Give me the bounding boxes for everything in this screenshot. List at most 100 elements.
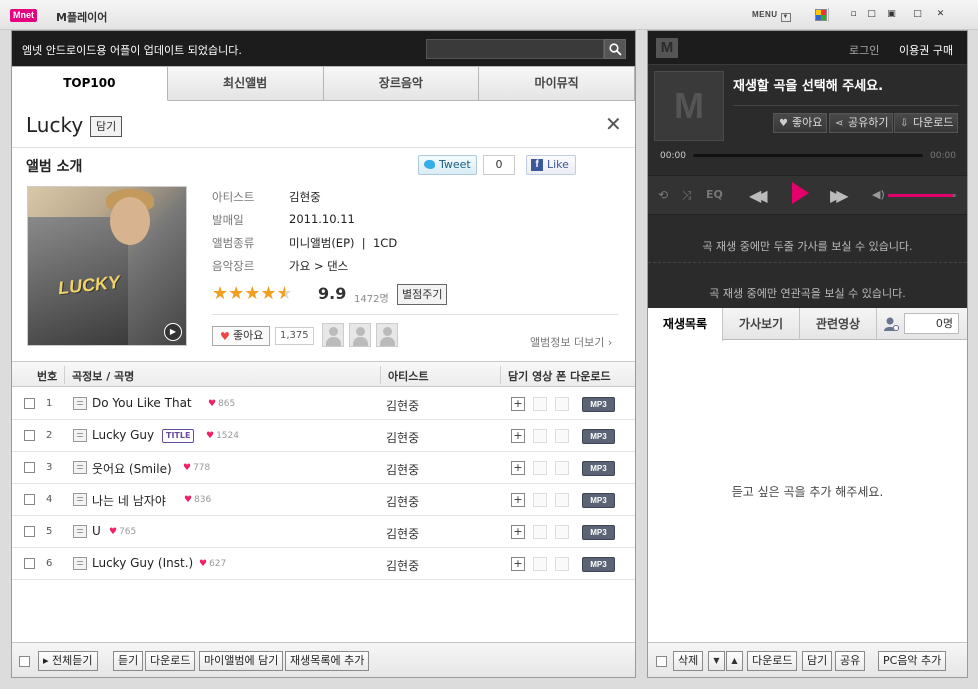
- tab-genre[interactable]: 장르음악: [323, 66, 480, 101]
- user-add-icon[interactable]: [883, 316, 899, 332]
- tab-top100[interactable]: TOP100: [12, 66, 168, 101]
- lyrics-icon[interactable]: [73, 557, 87, 570]
- track-artist[interactable]: 김현중: [386, 557, 419, 574]
- restore-button[interactable]: □: [866, 10, 877, 20]
- add-album-button[interactable]: 담기: [90, 116, 123, 137]
- track-title[interactable]: Do You Like That: [92, 396, 192, 410]
- search-input[interactable]: [426, 39, 604, 59]
- volume-icon[interactable]: ◀): [872, 188, 885, 201]
- facebook-like-button[interactable]: f Like: [526, 155, 576, 175]
- next-track-icon[interactable]: ▶▶: [830, 186, 848, 205]
- minimize-button[interactable]: ▫: [848, 10, 859, 20]
- like-button[interactable]: ♥ 좋아요: [212, 326, 271, 346]
- track-artist[interactable]: 김현중: [386, 461, 419, 478]
- track-artist[interactable]: 김현중: [386, 493, 419, 510]
- lyrics-icon[interactable]: [73, 493, 87, 506]
- add-to-playlist-button[interactable]: 재생목록에 추가: [285, 651, 370, 671]
- listen-button[interactable]: 듣기: [113, 651, 144, 671]
- playlist-download-button[interactable]: 다운로드: [747, 651, 798, 671]
- row-checkbox[interactable]: [24, 462, 35, 473]
- close-window-button[interactable]: ✕: [935, 10, 946, 20]
- track-artist[interactable]: 김현중: [386, 429, 419, 446]
- mp3-download-button[interactable]: MP3: [582, 397, 615, 412]
- menu-button[interactable]: MENU ▼: [752, 10, 791, 22]
- share-button[interactable]: ⋖ 공유하기: [829, 113, 894, 133]
- table-row[interactable]: 6 Lucky Guy (Inst.) ♥ 627 김현중 + MP3: [12, 548, 635, 580]
- mp3-download-button[interactable]: MP3: [582, 525, 615, 540]
- album-cover[interactable]: LUCKY ▶: [27, 186, 187, 346]
- tab-my-music[interactable]: 마이뮤직: [479, 66, 635, 101]
- track-artist[interactable]: 김현중: [386, 397, 419, 414]
- play-all-button[interactable]: ▸ 전체듣기: [38, 651, 98, 671]
- playlist-add-button[interactable]: 담기: [802, 651, 833, 671]
- add-track-button[interactable]: +: [511, 461, 525, 475]
- liker-avatar[interactable]: [322, 323, 344, 347]
- add-track-button[interactable]: +: [511, 429, 525, 443]
- add-pc-music-button[interactable]: PC음악 추가: [878, 651, 947, 671]
- repeat-icon[interactable]: ⟲: [658, 188, 668, 202]
- tab-lyrics[interactable]: 가사보기: [723, 308, 800, 340]
- row-checkbox[interactable]: [24, 558, 35, 569]
- add-to-my-album-button[interactable]: 마이앨범에 담기: [199, 651, 284, 671]
- volume-slider[interactable]: [888, 194, 956, 197]
- mini-mode-button[interactable]: □: [912, 10, 923, 20]
- select-all-checkbox[interactable]: [19, 656, 30, 667]
- tab-playlist[interactable]: 재생목록: [648, 308, 723, 341]
- eq-button[interactable]: EQ: [706, 188, 723, 201]
- player-download-button[interactable]: ⇩ 다운로드: [894, 113, 959, 133]
- close-album-button[interactable]: ✕: [605, 114, 622, 134]
- liker-avatar[interactable]: [349, 323, 371, 347]
- tweet-button[interactable]: Tweet: [418, 155, 477, 175]
- more-album-info-link[interactable]: 앨범정보 더보기 ›: [530, 334, 612, 350]
- row-checkbox[interactable]: [24, 494, 35, 505]
- tab-new-albums[interactable]: 최신앨범: [167, 66, 324, 101]
- mp3-download-button[interactable]: MP3: [582, 493, 615, 508]
- tab-related-videos[interactable]: 관련영상: [800, 308, 877, 340]
- mp3-download-button[interactable]: MP3: [582, 461, 615, 476]
- play-icon[interactable]: [792, 182, 809, 204]
- table-row[interactable]: 3 웃어요 (Smile) ♥ 778 김현중 + MP3: [12, 452, 635, 484]
- info-value-artist[interactable]: 김현중: [289, 189, 321, 205]
- table-row[interactable]: 5 U ♥ 765 김현중 + MP3: [12, 516, 635, 548]
- table-row[interactable]: 2 Lucky Guy TITLE ♥ 1524 김현중 + MP3: [12, 420, 635, 452]
- delete-button[interactable]: 삭제: [673, 651, 704, 671]
- table-row[interactable]: 4 나는 네 남자야 ♥ 836 김현중 + MP3: [12, 484, 635, 516]
- track-artist[interactable]: 김현중: [386, 525, 419, 542]
- maximize-button[interactable]: ▣: [886, 10, 897, 20]
- track-title[interactable]: Lucky Guy (Inst.): [92, 556, 193, 570]
- notice-text[interactable]: 엠넷 안드로이드용 어플이 업데이트 되었습니다.: [22, 42, 242, 58]
- liker-avatar[interactable]: [376, 323, 398, 347]
- row-checkbox[interactable]: [24, 430, 35, 441]
- lyrics-icon[interactable]: [73, 429, 87, 442]
- row-checkbox[interactable]: [24, 526, 35, 537]
- progress-bar[interactable]: [693, 154, 923, 157]
- add-track-button[interactable]: +: [511, 557, 525, 571]
- lyrics-icon[interactable]: [73, 461, 87, 474]
- add-track-button[interactable]: +: [511, 493, 525, 507]
- track-title[interactable]: U: [92, 524, 101, 538]
- lyrics-icon[interactable]: [73, 525, 87, 538]
- playlist-share-button[interactable]: 공유: [835, 651, 866, 671]
- buy-voucher-link[interactable]: 이용권 구매: [899, 42, 953, 58]
- row-checkbox[interactable]: [24, 398, 35, 409]
- track-title[interactable]: 나는 네 남자야: [92, 492, 166, 509]
- download-button[interactable]: 다운로드: [145, 651, 196, 671]
- add-track-button[interactable]: +: [511, 397, 525, 411]
- mp3-download-button[interactable]: MP3: [582, 557, 615, 572]
- search-button[interactable]: [604, 39, 626, 59]
- rate-button[interactable]: 별점주기: [397, 284, 448, 305]
- select-all-playlist-checkbox[interactable]: [656, 656, 667, 667]
- add-track-button[interactable]: +: [511, 525, 525, 539]
- player-like-button[interactable]: ♥ 좋아요: [773, 113, 828, 133]
- move-down-button[interactable]: ▼: [708, 651, 725, 671]
- move-up-button[interactable]: ▲: [726, 651, 743, 671]
- login-link[interactable]: 로그인: [849, 42, 879, 58]
- shuffle-icon[interactable]: ⤨: [682, 188, 692, 203]
- track-title[interactable]: 웃어요 (Smile): [92, 460, 172, 477]
- table-row[interactable]: 1 Do You Like That ♥ 865 김현중 + MP3: [12, 388, 635, 420]
- skin-icon[interactable]: [815, 9, 827, 21]
- track-title[interactable]: Lucky Guy: [92, 428, 154, 442]
- previous-track-icon[interactable]: ◀◀: [749, 186, 767, 205]
- mp3-download-button[interactable]: MP3: [582, 429, 615, 444]
- lyrics-icon[interactable]: [73, 397, 87, 410]
